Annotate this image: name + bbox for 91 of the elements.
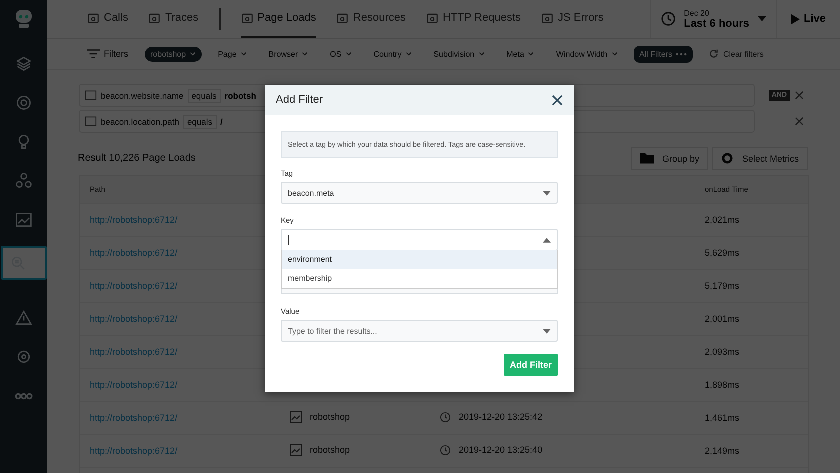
all-filters-button[interactable]: All Filters [634, 46, 694, 62]
folder-icon [640, 153, 654, 164]
more-icon [14, 392, 32, 400]
chart-icon [14, 211, 32, 229]
dialog-title: Add Filter [276, 94, 324, 106]
group-by-button[interactable]: Group by [631, 147, 708, 170]
chevron-icon [240, 52, 247, 56]
filter-chip[interactable]: Page [212, 46, 253, 62]
path-link[interactable]: http://robotshop:6712/ [90, 380, 178, 390]
window-icon [240, 12, 254, 24]
path-link[interactable]: http://robotshop:6712/ [90, 314, 178, 324]
table-cell: 2,021ms [705, 215, 740, 225]
table-cell: 2019-12-20 13:25:40 [459, 445, 543, 455]
nav-tab[interactable]: JS Errors [541, 0, 604, 38]
caret-icon [543, 190, 551, 196]
nav-tab[interactable]: HTTP Requests [426, 0, 522, 38]
filters-button[interactable]: Filters [87, 49, 128, 59]
key-combobox[interactable] [281, 229, 558, 251]
chevron-icon [528, 52, 534, 56]
table-cell: 5,629ms [705, 248, 740, 258]
sidebar-item[interactable] [0, 246, 46, 280]
nav-tab[interactable]: Resources [336, 0, 406, 38]
path-link[interactable]: http://robotshop:6712/ [90, 347, 178, 357]
filter-value: / [220, 116, 223, 126]
chart-icon [290, 411, 302, 423]
filter-chip[interactable]: Country [368, 46, 418, 62]
window-icon [148, 12, 162, 24]
path-link[interactable]: http://robotshop:6712/ [90, 248, 178, 258]
add-filter-button[interactable]: Add Filter [504, 354, 558, 376]
filter-operator: equals [183, 114, 217, 128]
chart-icon [290, 444, 302, 456]
more-icon [676, 52, 688, 56]
filter-chip[interactable]: Browser [262, 46, 314, 62]
live-button[interactable]: Live [776, 0, 840, 38]
clear-filters-button[interactable]: Clear filters [709, 49, 764, 59]
filter-tag: beacon.website.name [101, 90, 184, 100]
table-cell: 2,001ms [705, 314, 740, 324]
close-icon[interactable] [552, 94, 563, 106]
window-icon [541, 12, 554, 24]
window-icon [336, 12, 350, 24]
warning-icon [14, 309, 32, 327]
path-link[interactable]: http://robotshop:6712/ [90, 281, 178, 291]
value-combobox[interactable]: Type to filter the results... [281, 320, 558, 342]
filter-chip[interactable]: Meta [500, 46, 540, 62]
chevron-icon [612, 52, 618, 56]
result-count: Result 10,226 Page Loads [78, 153, 196, 164]
layers-icon [14, 55, 32, 73]
nav-tab[interactable]: Calls [87, 0, 128, 38]
chevron-icon [302, 52, 308, 56]
filter-chip[interactable]: Window Width [550, 46, 624, 62]
filter-chip[interactable]: Subdivision [428, 46, 491, 62]
refresh-icon [709, 49, 720, 59]
nav-tab[interactable]: Traces [148, 0, 199, 38]
window-icon [87, 12, 100, 24]
circle-icon [14, 94, 32, 112]
table-cell: 1,461ms [705, 413, 740, 423]
clock-icon [440, 444, 451, 456]
path-link[interactable]: http://robotshop:6712/ [90, 215, 178, 225]
time-range-dropdown[interactable]: Dec 20 Last 6 hours [650, 0, 776, 38]
chevron-icon [406, 52, 412, 56]
table-cell: robotshop [310, 445, 350, 455]
table-cell: robotshop [310, 412, 350, 422]
filter-tag: beacon.location.path [101, 116, 180, 126]
filter-chip[interactable]: robotshop [144, 46, 202, 62]
menu-option[interactable]: membership [282, 269, 557, 288]
value-input[interactable]: Type to filter the results... [288, 323, 543, 339]
chevron-icon [346, 52, 352, 56]
chevron-icon [478, 52, 485, 56]
filter-operator: equals [188, 88, 221, 102]
table-cell: 2,093ms [705, 347, 740, 357]
table-cell: 2,149ms [705, 446, 740, 456]
caret-icon [758, 16, 766, 22]
table-cell: 2019-12-20 13:25:42 [459, 412, 543, 422]
filter-value: robotsh [224, 90, 256, 100]
caret-icon [543, 328, 551, 334]
select-metrics-button[interactable]: Select Metrics [712, 147, 808, 170]
table-cell: 5,179ms [705, 281, 740, 291]
filter-icon [87, 49, 100, 59]
tag-dropdown[interactable]: beacon.meta [281, 182, 558, 204]
path-link[interactable]: http://robotshop:6712/ [90, 413, 178, 423]
nodes-icon [14, 172, 32, 190]
path-link[interactable]: http://robotshop:6712/ [90, 446, 178, 456]
window-icon [426, 12, 439, 24]
clock-icon [440, 412, 451, 422]
play-icon [790, 14, 800, 24]
caret-icon [543, 238, 551, 242]
table-cell: 1,898ms [705, 380, 740, 390]
menu-option[interactable]: environment [282, 250, 557, 269]
chevron-icon [190, 52, 196, 56]
filter-chip[interactable]: OS [324, 46, 358, 62]
clock-icon [661, 11, 676, 27]
